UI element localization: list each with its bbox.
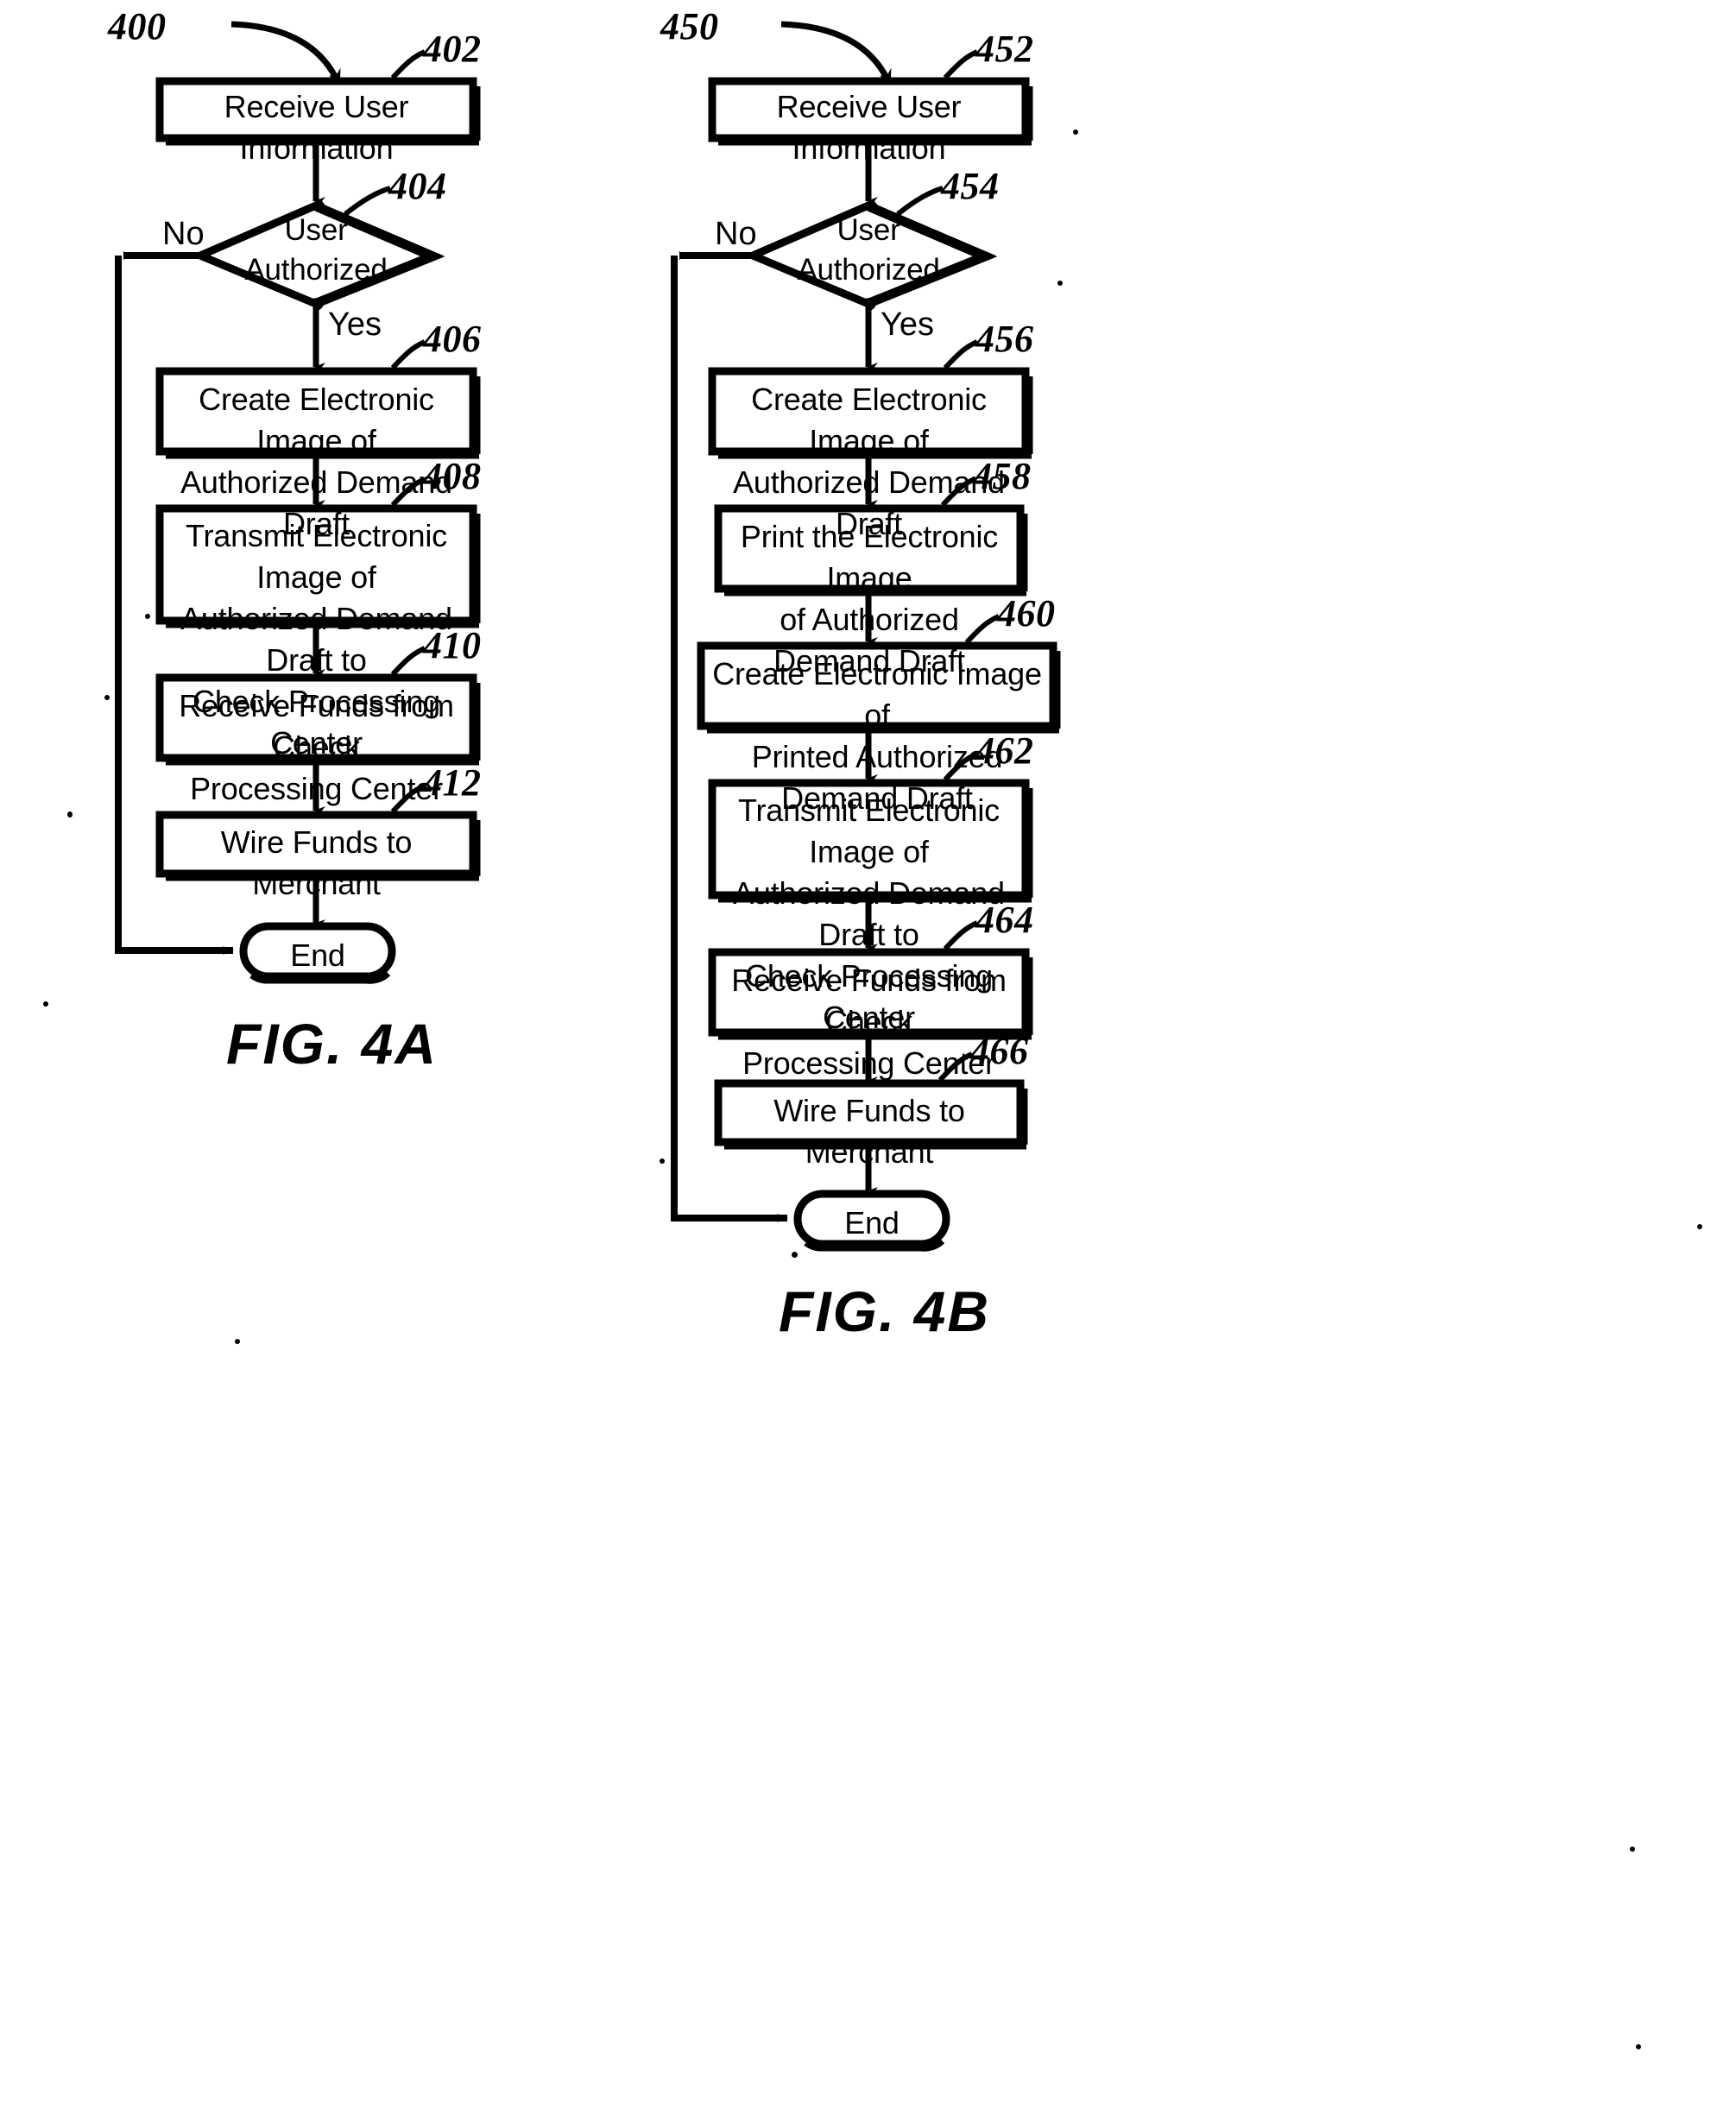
node-410-label: Receive Funds from Check Processing Cent… <box>179 688 454 806</box>
edge-label-no-4a: No <box>162 216 205 252</box>
flow-ref-450: 450 <box>660 5 719 47</box>
ref-num-406: 406 <box>423 318 482 360</box>
scan-speck <box>43 1001 48 1007</box>
flow-ref-400-leader <box>230 21 341 86</box>
ref-num-456: 456 <box>975 318 1034 360</box>
scan-speck <box>1630 1846 1635 1852</box>
scan-speck <box>67 811 73 817</box>
node-464-label: Receive Funds from Check Processing Cent… <box>731 963 1007 1081</box>
ref-num-404: 404 <box>388 165 447 207</box>
edge-label-yes-4b: Yes <box>881 306 934 343</box>
ref-456-leader <box>943 339 979 370</box>
scan-speck <box>235 1339 240 1344</box>
scan-speck <box>104 695 110 700</box>
scan-speck <box>1057 281 1063 286</box>
node-402-label: Receive User Information <box>224 89 409 166</box>
flow-ref-400: 400 <box>108 5 167 47</box>
edge-label-yes-4a: Yes <box>328 306 382 343</box>
edge-label-no-4b: No <box>715 216 757 252</box>
flow-ref-450-leader <box>780 21 892 86</box>
scan-speck <box>1073 129 1078 135</box>
node-end-4b-label: End <box>844 1205 900 1240</box>
ref-452-leader <box>943 49 979 80</box>
ref-num-452: 452 <box>975 28 1034 70</box>
figure-caption-4a: FIG. 4A <box>226 1012 439 1076</box>
scan-speck <box>1697 1224 1702 1229</box>
ref-406-leader <box>390 339 426 370</box>
scan-speck <box>792 1252 798 1258</box>
scan-speck <box>145 614 150 619</box>
node-452-label: Receive User Information <box>776 89 962 166</box>
figure-caption-4b: FIG. 4B <box>779 1279 991 1343</box>
node-end-4a-label: End <box>290 937 345 973</box>
scan-speck <box>1636 2044 1641 2049</box>
node-412-label: Wire Funds to Merchant <box>220 824 413 901</box>
ref-num-402: 402 <box>423 28 482 70</box>
scan-speck <box>660 1158 665 1164</box>
node-466-label: Wire Funds to Merchant <box>773 1093 965 1170</box>
ref-num-454: 454 <box>941 165 1000 207</box>
ref-402-leader <box>390 49 426 80</box>
